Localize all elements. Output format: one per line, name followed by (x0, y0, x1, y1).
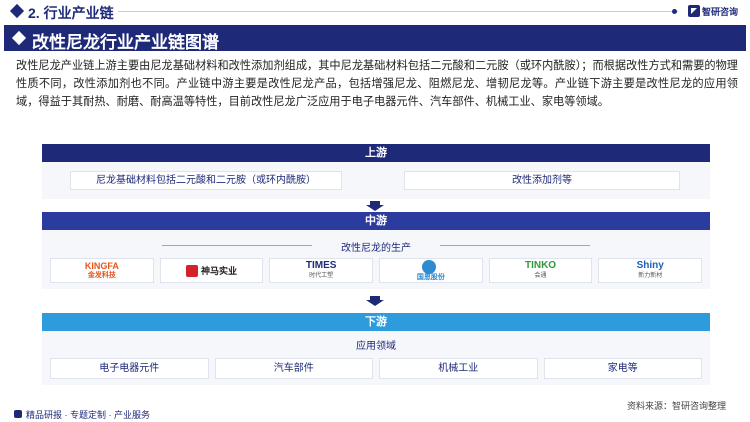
downstream-subtitle: 应用领域 (356, 341, 396, 352)
header-divider (118, 11, 678, 12)
footer-text: 精品研报 · 专题定制 · 产业服务 (26, 410, 150, 420)
application-list: 电子电器元件 汽车部件 机械工业 家电等 (50, 358, 702, 379)
downstream-subtitle-wrap: 应用领域 (42, 337, 710, 352)
logo-geon-sub: 国恩股份 (416, 273, 445, 281)
logo-kingfa: KINGFA 金发科技 (50, 258, 154, 283)
section-title: 2. 行业产业链 (28, 5, 114, 21)
title-diamond-icon (11, 30, 27, 46)
app-item-auto-parts: 汽车部件 (214, 358, 373, 379)
intro-paragraph: 改性尼龙产业链上游主要由尼龙基础材料和改性添加剂组成，其中尼龙基础材料包括二元酸… (16, 60, 738, 108)
page-title: 改性尼龙行业产业链图谱 (32, 33, 219, 52)
midstream-section: 中游 改性尼龙的生产 KINGFA 金发科技 神马实业 TIMES 时代工塑 国… (42, 212, 710, 289)
upstream-item-additives: 改性添加剂等 (404, 171, 680, 190)
arrow-down-icon (364, 296, 386, 306)
app-item-machinery: 机械工业 (379, 358, 538, 379)
logo-mark-icon (688, 5, 700, 17)
subtitle-left-line (162, 245, 312, 246)
logo-geon: 国恩股份 (379, 258, 483, 283)
midstream-subtitle: 改性尼龙的生产 (341, 243, 411, 254)
top-header: 2. 行业产业链 智研咨询 (0, 0, 750, 24)
divider-dot-icon (672, 9, 677, 14)
app-item-electronics: 电子电器元件 (50, 358, 209, 379)
logo-kingfa-name: KINGFA (84, 260, 119, 271)
logo-tinko-sub: 会通 (534, 272, 547, 279)
logo-tinko-name: TINKO (524, 259, 557, 271)
brand-logo[interactable]: 智研咨询 (688, 4, 738, 18)
upstream-header: 上游 (42, 144, 710, 162)
logo-shenma-name: 神马实业 (201, 266, 238, 276)
app-item-appliances: 家电等 (543, 358, 702, 379)
upstream-item-base-materials: 尼龙基础材料包括二元酸和二元胺（或环内酰胺） (70, 171, 342, 190)
midstream-subtitle-wrap: 改性尼龙的生产 (42, 239, 710, 254)
logo-shiny: Shiny 新力新材 (598, 258, 703, 283)
company-logos: KINGFA 金发科技 神马实业 TIMES 时代工塑 国恩股份 TINKO 会… (50, 258, 703, 283)
shenma-icon (186, 264, 198, 277)
footer-logo-icon (14, 410, 22, 418)
geon-icon (422, 259, 437, 274)
midstream-header: 中游 (42, 212, 710, 230)
logo-times-name: TIMES (305, 259, 337, 271)
logo-times: TIMES 时代工塑 (269, 258, 374, 283)
logo-shenma: 神马实业 (159, 258, 264, 283)
logo-name: 智研咨询 (702, 6, 739, 17)
logo-shiny-name: Shiny (636, 259, 664, 271)
logo-tinko: TINKO 会通 (488, 258, 593, 283)
title-bar: 改性尼龙行业产业链图谱 (4, 25, 746, 52)
diamond-icon (9, 3, 25, 19)
subtitle-right-line (440, 245, 590, 246)
footer: 精品研报 · 专题定制 · 产业服务 (0, 407, 750, 422)
downstream-header: 下游 (42, 313, 710, 331)
logo-times-sub: 时代工塑 (309, 272, 334, 279)
downstream-section: 下游 应用领域 电子电器元件 汽车部件 机械工业 家电等 (42, 313, 710, 385)
logo-shiny-sub: 新力新材 (638, 272, 663, 279)
arrow-down-icon (364, 201, 386, 211)
upstream-section: 上游 尼龙基础材料包括二元酸和二元胺（或环内酰胺） 改性添加剂等 (42, 144, 710, 199)
logo-kingfa-sub: 金发科技 (87, 271, 116, 279)
